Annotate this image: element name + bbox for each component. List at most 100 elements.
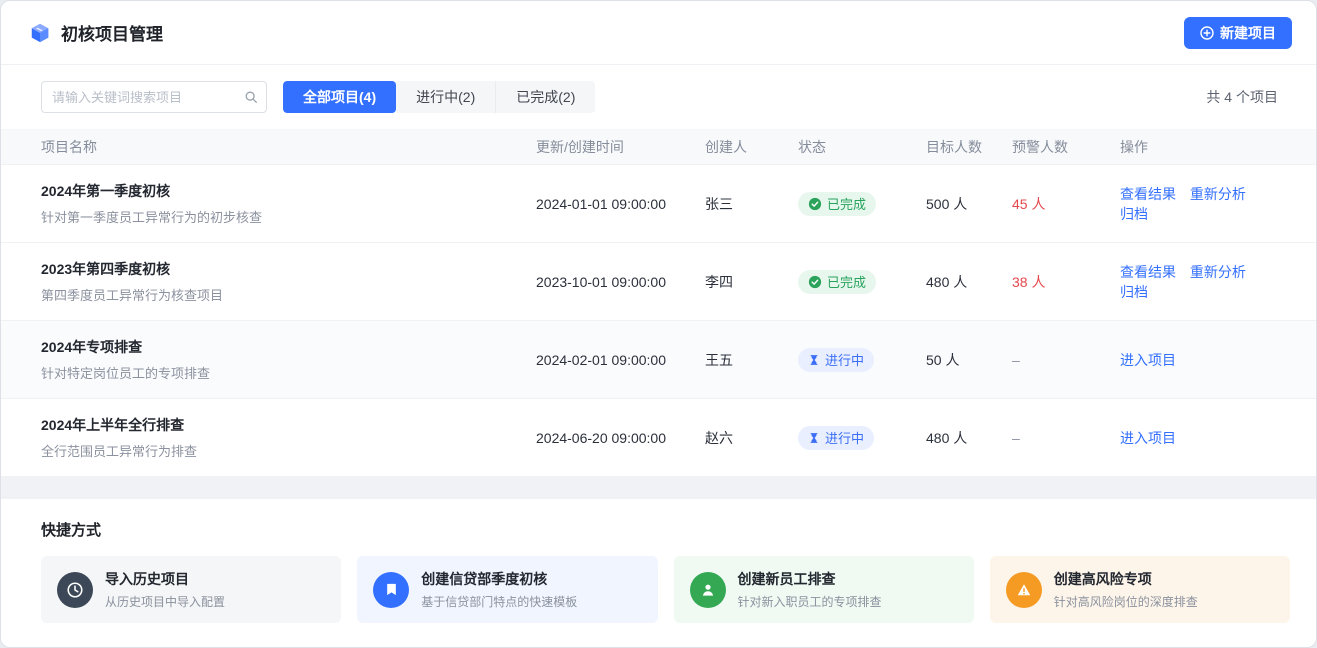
project-status-cell: 已完成	[798, 192, 926, 216]
plus-circle-icon	[1200, 26, 1214, 40]
shortcut-text: 导入历史项目 从历史项目中导入配置	[105, 569, 225, 610]
project-desc: 针对特定岗位员工的专项排查	[41, 363, 536, 382]
project-desc: 第四季度员工异常行为核查项目	[41, 285, 536, 304]
clock-icon	[57, 572, 93, 608]
shortcut-title: 创建新员工排查	[738, 569, 882, 589]
action-archive[interactable]: 归档	[1120, 284, 1148, 300]
shortcut-desc: 针对高风险岗位的深度排查	[1054, 593, 1198, 610]
status-label: 已完成	[827, 194, 866, 213]
project-warning: 38 人	[1012, 272, 1120, 292]
shortcut-desc: 从历史项目中导入配置	[105, 593, 225, 610]
table-row: 2024年第一季度初核 针对第一季度员工异常行为的初步核查 2024-01-01…	[1, 165, 1316, 243]
action-view-results[interactable]: 查看结果	[1120, 186, 1176, 202]
shortcut-credit-quarterly[interactable]: 创建信贷部季度初核 基于信贷部门特点的快速模板	[357, 556, 657, 623]
project-name: 2024年上半年全行排查	[41, 415, 536, 435]
col-header-status: 状态	[798, 137, 926, 157]
shortcut-title: 创建信贷部季度初核	[421, 569, 577, 589]
tab-in-progress[interactable]: 进行中(2)	[396, 81, 495, 113]
project-status-cell: 进行中	[798, 348, 926, 372]
table-row: 2023年第四季度初核 第四季度员工异常行为核查项目 2023-10-01 09…	[1, 243, 1316, 321]
app-logo-cube-icon	[29, 22, 51, 44]
shortcuts-section: 快捷方式 导入历史项目 从历史项目中导入配置	[1, 499, 1316, 647]
tab-completed[interactable]: 已完成(2)	[495, 81, 595, 113]
col-header-name: 项目名称	[41, 137, 536, 157]
check-circle-icon	[808, 197, 822, 211]
project-warning: –	[1012, 430, 1120, 446]
new-project-label: 新建项目	[1220, 23, 1276, 43]
col-header-time: 更新/创建时间	[536, 137, 705, 157]
project-time: 2024-06-20 09:00:00	[536, 430, 705, 446]
project-target: 480 人	[926, 272, 1012, 292]
project-name-cell: 2024年第一季度初核 针对第一季度员工异常行为的初步核查	[41, 181, 536, 226]
project-target: 50 人	[926, 350, 1012, 370]
status-badge: 已完成	[798, 192, 876, 216]
app-window: 初核项目管理 新建项目	[0, 0, 1317, 648]
shortcut-text: 创建高风险专项 针对高风险岗位的深度排查	[1054, 569, 1198, 610]
action-enter-project[interactable]: 进入项目	[1120, 430, 1176, 446]
project-name: 2024年第一季度初核	[41, 181, 536, 201]
status-label: 进行中	[825, 428, 864, 447]
project-name-cell: 2024年专项排查 针对特定岗位员工的专项排查	[41, 337, 536, 382]
table-row: 2024年专项排查 针对特定岗位员工的专项排查 2024-02-01 09:00…	[1, 321, 1316, 399]
project-table: 项目名称 更新/创建时间 创建人 状态 目标人数 预警人数 操作 2024年第一…	[1, 129, 1316, 477]
status-label: 已完成	[827, 272, 866, 291]
project-name: 2023年第四季度初核	[41, 259, 536, 279]
project-creator: 王五	[705, 350, 798, 370]
status-badge: 已完成	[798, 270, 876, 294]
bookmark-icon	[373, 572, 409, 608]
shortcut-title: 导入历史项目	[105, 569, 225, 589]
project-target: 480 人	[926, 428, 1012, 448]
action-enter-project[interactable]: 进入项目	[1120, 352, 1176, 368]
shortcuts-title: 快捷方式	[41, 519, 1290, 540]
search-input[interactable]	[41, 81, 267, 113]
filter-tabs: 全部项目(4) 进行中(2) 已完成(2)	[283, 81, 595, 113]
col-header-actions: 操作	[1120, 137, 1276, 157]
table-row: 2024年上半年全行排查 全行范围员工异常行为排查 2024-06-20 09:…	[1, 399, 1316, 477]
project-creator: 赵六	[705, 428, 798, 448]
shortcut-desc: 针对新入职员工的专项排查	[738, 593, 882, 610]
action-reanalyze[interactable]: 重新分析	[1190, 186, 1246, 202]
table-header-row: 项目名称 更新/创建时间 创建人 状态 目标人数 预警人数 操作	[1, 129, 1316, 165]
project-creator: 李四	[705, 272, 798, 292]
shortcut-desc: 基于信贷部门特点的快速模板	[421, 593, 577, 610]
status-badge: 进行中	[798, 426, 874, 450]
shortcut-text: 创建信贷部季度初核 基于信贷部门特点的快速模板	[421, 569, 577, 610]
project-actions: 查看结果 重新分析 归档	[1120, 184, 1276, 224]
project-warning: –	[1012, 352, 1120, 368]
project-status-cell: 已完成	[798, 270, 926, 294]
check-circle-icon	[808, 275, 822, 289]
col-header-warning: 预警人数	[1012, 137, 1120, 157]
shortcut-new-employee[interactable]: 创建新员工排查 针对新入职员工的专项排查	[674, 556, 974, 623]
col-header-target: 目标人数	[926, 137, 1012, 157]
title-wrap: 初核项目管理	[29, 20, 163, 45]
project-warning: 45 人	[1012, 194, 1120, 214]
warning-icon	[1006, 572, 1042, 608]
project-name-cell: 2024年上半年全行排查 全行范围员工异常行为排查	[41, 415, 536, 460]
page-title: 初核项目管理	[61, 20, 163, 45]
search-icon[interactable]	[244, 90, 258, 104]
shortcut-cards: 导入历史项目 从历史项目中导入配置 创建信贷部季度初核 基于信贷部门特点的快速模…	[41, 556, 1290, 623]
project-desc: 全行范围员工异常行为排查	[41, 441, 536, 460]
action-archive[interactable]: 归档	[1120, 206, 1148, 222]
shortcut-high-risk[interactable]: 创建高风险专项 针对高风险岗位的深度排查	[990, 556, 1290, 623]
page-header: 初核项目管理 新建项目	[1, 1, 1316, 65]
shortcut-text: 创建新员工排查 针对新入职员工的专项排查	[738, 569, 882, 610]
project-time: 2024-01-01 09:00:00	[536, 196, 705, 212]
tab-all-projects[interactable]: 全部项目(4)	[283, 81, 396, 113]
action-view-results[interactable]: 查看结果	[1120, 264, 1176, 280]
toolbar: 全部项目(4) 进行中(2) 已完成(2) 共 4 个项目	[1, 65, 1316, 129]
action-reanalyze[interactable]: 重新分析	[1190, 264, 1246, 280]
new-project-button[interactable]: 新建项目	[1184, 17, 1292, 49]
project-name-cell: 2023年第四季度初核 第四季度员工异常行为核查项目	[41, 259, 536, 304]
col-header-creator: 创建人	[705, 137, 798, 157]
project-time: 2024-02-01 09:00:00	[536, 352, 705, 368]
shortcut-import-history[interactable]: 导入历史项目 从历史项目中导入配置	[41, 556, 341, 623]
project-name: 2024年专项排查	[41, 337, 536, 357]
section-divider	[1, 477, 1316, 499]
project-actions: 进入项目	[1120, 350, 1276, 370]
project-actions: 进入项目	[1120, 428, 1276, 448]
project-status-cell: 进行中	[798, 426, 926, 450]
project-creator: 张三	[705, 194, 798, 214]
hourglass-icon	[808, 354, 820, 366]
status-badge: 进行中	[798, 348, 874, 372]
